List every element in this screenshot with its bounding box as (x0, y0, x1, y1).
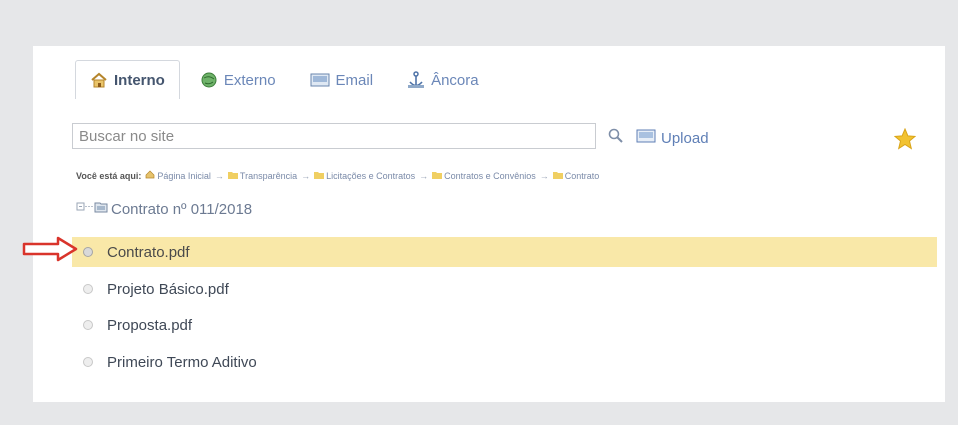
radio-button[interactable] (83, 320, 93, 330)
tab-email[interactable]: Email (296, 61, 388, 99)
radio-button[interactable] (83, 247, 93, 257)
breadcrumb-separator: → (419, 170, 429, 181)
file-label: Contrato.pdf (107, 243, 190, 261)
folder-icon (552, 171, 563, 181)
file-item-projeto-basico[interactable]: Projeto Básico.pdf (76, 274, 229, 304)
file-label: Proposta.pdf (107, 316, 193, 334)
folder-icon (227, 171, 238, 181)
file-item-primeiro-termo-aditivo[interactable]: Primeiro Termo Aditivo (76, 347, 257, 377)
tab-label: Externo (223, 71, 276, 89)
email-icon (310, 72, 330, 88)
tab-externo[interactable]: Externo (186, 61, 290, 99)
upload-label: Upload (661, 129, 709, 147)
folder-icon (94, 200, 108, 218)
radio-button[interactable] (83, 284, 93, 294)
breadcrumb-lead: Você está aqui: (76, 170, 142, 181)
tree-collapse-icon[interactable] (76, 200, 94, 218)
favorite-star-icon[interactable] (893, 127, 917, 155)
breadcrumb-item-transparencia[interactable]: Transparência (227, 170, 298, 181)
breadcrumb-separator: → (539, 170, 549, 181)
breadcrumb: Você está aqui: Página Inicial → Transpa… (76, 170, 946, 181)
breadcrumb-item-licitacoes[interactable]: Licitações e Contratos (314, 171, 415, 181)
search-input[interactable] (72, 123, 596, 149)
file-label: Primeiro Termo Aditivo (107, 353, 257, 371)
breadcrumb-item-contratos[interactable]: Contratos e Convênios (432, 171, 536, 181)
tab-label: Âncora (431, 71, 479, 89)
tree-title: Contrato nº 011/2018 (111, 200, 253, 218)
upload-button[interactable]: Upload (636, 128, 709, 148)
radio-button[interactable] (83, 357, 93, 367)
breadcrumb-separator: → (214, 170, 224, 181)
breadcrumb-separator: → (301, 170, 311, 181)
globe-icon (200, 72, 218, 88)
link-type-tabs: Interno Externo Email Âncora (75, 59, 958, 99)
pointer-arrow-icon (22, 235, 78, 268)
tab-label: Interno (114, 71, 165, 89)
breadcrumb-item-home[interactable]: Página Inicial (145, 170, 211, 181)
tab-ancora[interactable]: Âncora (393, 61, 493, 99)
breadcrumb-item-contrato[interactable]: Contrato (552, 170, 600, 181)
tree-header: Contrato nº 011/2018 (76, 200, 252, 218)
file-item-proposta[interactable]: Proposta.pdf (76, 310, 192, 340)
home-icon (145, 170, 155, 181)
file-label: Projeto Básico.pdf (107, 280, 229, 298)
file-item-contrato[interactable]: Contrato.pdf (72, 237, 937, 267)
tab-interno[interactable]: Interno (75, 60, 180, 99)
folder-icon (432, 171, 443, 181)
breadcrumb-label: Página Inicial (157, 170, 211, 181)
tab-label: Email (335, 71, 374, 89)
home-icon (90, 72, 108, 88)
search-icon[interactable] (608, 128, 624, 149)
upload-icon (636, 128, 656, 148)
anchor-icon (407, 71, 425, 89)
folder-icon (314, 171, 325, 181)
breadcrumb-label: Licitações e Contratos (326, 170, 416, 181)
breadcrumb-label: Contratos e Convênios (444, 170, 536, 181)
breadcrumb-label: Transparência (239, 170, 298, 181)
breadcrumb-label: Contrato (564, 170, 600, 181)
